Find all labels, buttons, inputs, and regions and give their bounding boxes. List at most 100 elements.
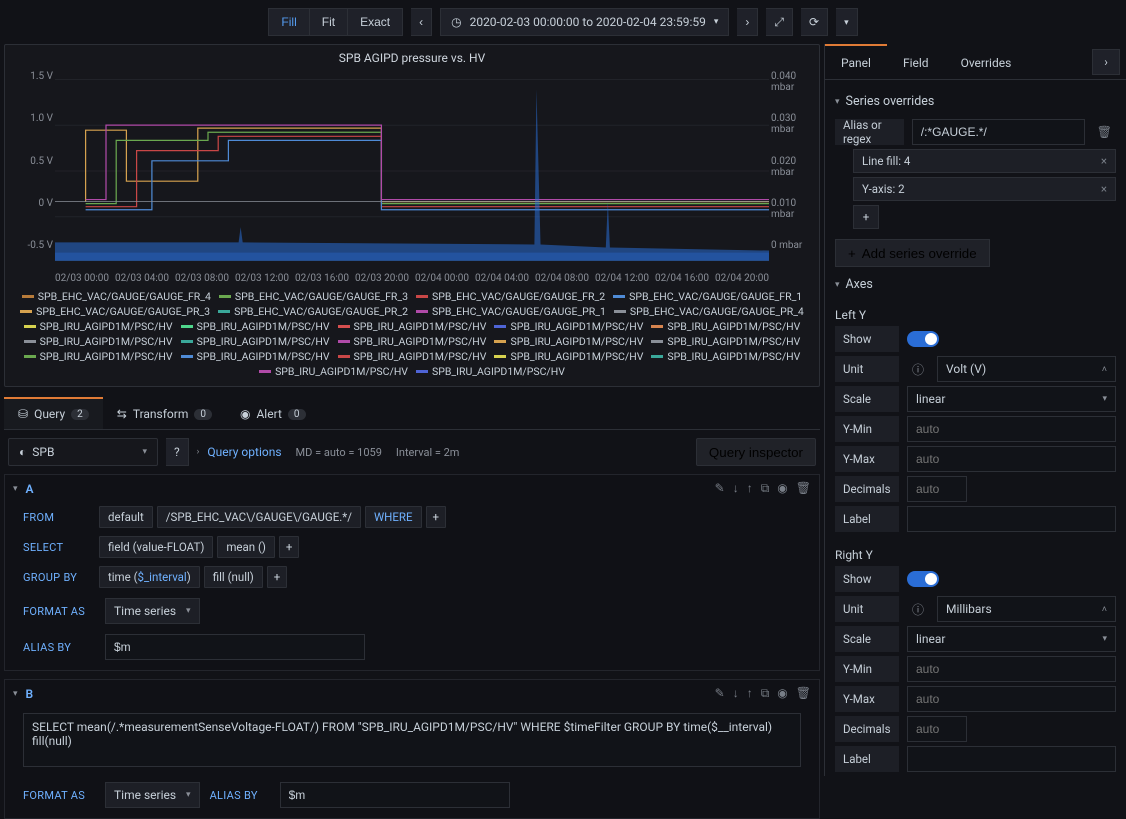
from-measurement-token[interactable]: /SPB_EHC_VAC\/GAUGE\/GAUGE.*/: [157, 506, 361, 528]
raw-query-textarea[interactable]: [23, 713, 801, 767]
query-a-header[interactable]: ▾ A ✎ ↓ ↑ ⧉ ◉ 🗑: [5, 475, 819, 502]
chevron-right-icon[interactable]: ›: [197, 447, 200, 457]
legend-item[interactable]: SPB_IRU_AGIPD1M/PSC/HV: [181, 320, 330, 333]
tab-transform[interactable]: ⇆ Transform 0: [103, 397, 226, 429]
right-decimals-input[interactable]: [907, 716, 967, 742]
where-token[interactable]: WHERE: [365, 506, 422, 528]
trash-icon[interactable]: 🗑: [796, 686, 811, 701]
legend-item[interactable]: SPB_EHC_VAC/GAUGE/GAUGE_FR_1: [613, 290, 802, 303]
left-show-toggle[interactable]: [907, 331, 939, 347]
alias-regex-input[interactable]: [912, 119, 1085, 145]
override-pill-linefill[interactable]: Line fill: 4×: [853, 149, 1116, 173]
side-tab-overrides[interactable]: Overrides: [945, 44, 1028, 79]
legend-item[interactable]: SPB_IRU_AGIPD1M/PSC/HV: [24, 320, 173, 333]
add-series-override-button[interactable]: + Add series override: [835, 239, 990, 267]
query-options-toggle[interactable]: Query options: [207, 445, 281, 459]
legend-item[interactable]: SPB_IRU_AGIPD1M/PSC/HV: [181, 335, 330, 348]
legend-item[interactable]: SPB_IRU_AGIPD1M/PSC/HV: [338, 350, 487, 363]
legend-item[interactable]: SPB_IRU_AGIPD1M/PSC/HV: [494, 335, 643, 348]
legend-item[interactable]: SPB_IRU_AGIPD1M/PSC/HV: [338, 335, 487, 348]
groupby-time-token[interactable]: time ($_interval): [99, 566, 200, 588]
legend-item[interactable]: SPB_IRU_AGIPD1M/PSC/HV: [338, 320, 487, 333]
legend-item[interactable]: SPB_EHC_VAC/GAUGE/GAUGE_PR_3: [20, 305, 210, 318]
close-icon[interactable]: ×: [1101, 154, 1107, 168]
legend-item[interactable]: SPB_IRU_AGIPD1M/PSC/HV: [651, 320, 800, 333]
datasource-select[interactable]: ◐ SPB ▾: [8, 438, 158, 466]
select-field-token[interactable]: field (value-FLOAT): [99, 536, 213, 558]
refresh-button[interactable]: ⟳: [801, 8, 828, 36]
left-scale-select[interactable]: linear▾: [907, 386, 1116, 412]
left-ymax-input[interactable]: [907, 446, 1116, 472]
right-ymax-input[interactable]: [907, 686, 1116, 712]
legend-item[interactable]: SPB_IRU_AGIPD1M/PSC/HV: [24, 335, 173, 348]
legend-item[interactable]: SPB_EHC_VAC/GAUGE/GAUGE_FR_3: [219, 290, 408, 303]
legend-item[interactable]: SPB_EHC_VAC/GAUGE/GAUGE_PR_4: [614, 305, 804, 318]
right-scale-select[interactable]: linear▾: [907, 626, 1116, 652]
legend-item[interactable]: SPB_IRU_AGIPD1M/PSC/HV: [181, 350, 330, 363]
select-add-button[interactable]: +: [279, 536, 300, 558]
legend-item[interactable]: SPB_IRU_AGIPD1M/PSC/HV: [24, 350, 173, 363]
query-inspector-button[interactable]: Query inspector: [696, 438, 816, 466]
legend-item[interactable]: SPB_IRU_AGIPD1M/PSC/HV: [494, 320, 643, 333]
refresh-menu-button[interactable]: ▾: [836, 8, 858, 36]
legend-item[interactable]: SPB_IRU_AGIPD1M/PSC/HV: [494, 350, 643, 363]
legend-item[interactable]: SPB_IRU_AGIPD1M/PSC/HV: [651, 335, 800, 348]
chart-area[interactable]: 1.5 V1.0 V0.5 V0 V-0.5 V: [5, 71, 819, 271]
section-series-overrides[interactable]: ▾Series overrides: [835, 84, 1116, 115]
left-ymin-input[interactable]: [907, 416, 1116, 442]
duplicate-icon[interactable]: ⧉: [761, 481, 770, 496]
eye-icon[interactable]: ◉: [777, 686, 787, 701]
where-add-button[interactable]: +: [426, 506, 447, 528]
left-unit-select[interactable]: Volt (V)˄: [937, 356, 1116, 382]
edit-icon[interactable]: ✎: [715, 481, 725, 496]
format-as-select[interactable]: Time series▾: [105, 598, 200, 624]
close-icon[interactable]: ×: [1101, 182, 1107, 196]
info-icon[interactable]: ⓘ: [907, 601, 929, 618]
left-label-input[interactable]: [907, 506, 1116, 532]
legend-item[interactable]: SPB_IRU_AGIPD1M/PSC/HV: [651, 350, 800, 363]
info-icon[interactable]: ⓘ: [907, 361, 929, 378]
right-unit-select[interactable]: Millibars˄: [937, 596, 1116, 622]
legend-item[interactable]: SPB_EHC_VAC/GAUGE/GAUGE_PR_2: [218, 305, 408, 318]
legend-item[interactable]: SPB_EHC_VAC/GAUGE/GAUGE_FR_4: [22, 290, 211, 303]
left-decimals-input[interactable]: [907, 476, 967, 502]
move-down-icon[interactable]: ↓: [733, 481, 739, 496]
select-agg-token[interactable]: mean (): [217, 536, 275, 558]
move-up-icon[interactable]: ↑: [747, 481, 753, 496]
zoom-out-button[interactable]: ⤢: [766, 8, 793, 36]
move-up-icon[interactable]: ↑: [747, 686, 753, 701]
override-pill-yaxis[interactable]: Y-axis: 2×: [853, 177, 1116, 201]
trash-icon[interactable]: 🗑: [796, 481, 811, 496]
legend-item[interactable]: SPB_IRU_AGIPD1M/PSC/HV: [416, 365, 565, 378]
tab-query[interactable]: ⛁ Query 2: [4, 397, 103, 429]
fit-fill-button[interactable]: Fill: [268, 8, 309, 36]
override-add-pill[interactable]: +: [853, 205, 879, 229]
groupby-add-button[interactable]: +: [267, 566, 288, 588]
from-default-token[interactable]: default: [99, 506, 153, 528]
edit-icon[interactable]: ✎: [715, 686, 725, 701]
groupby-fill-token[interactable]: fill (null): [204, 566, 263, 588]
right-label-input[interactable]: [907, 746, 1116, 772]
fit-exact-button[interactable]: Exact: [348, 8, 403, 36]
eye-icon[interactable]: ◉: [777, 481, 787, 496]
trash-icon[interactable]: 🗑: [1093, 125, 1116, 139]
tab-alert[interactable]: ◉ Alert 0: [226, 397, 320, 429]
query-b-header[interactable]: ▾ B ✎ ↓ ↑ ⧉ ◉ 🗑: [5, 680, 819, 707]
format-as-select-b[interactable]: Time series▾: [105, 782, 200, 808]
legend-item[interactable]: SPB_EHC_VAC/GAUGE/GAUGE_FR_2: [416, 290, 605, 303]
right-show-toggle[interactable]: [907, 571, 939, 587]
legend-item[interactable]: SPB_EHC_VAC/GAUGE/GAUGE_PR_1: [416, 305, 606, 318]
ds-help-button[interactable]: ?: [166, 438, 189, 466]
duplicate-icon[interactable]: ⧉: [761, 686, 770, 701]
side-tab-panel[interactable]: Panel: [825, 44, 887, 79]
section-axes[interactable]: ▾Axes: [835, 267, 1116, 298]
side-tab-field[interactable]: Field: [887, 44, 945, 79]
move-down-icon[interactable]: ↓: [733, 686, 739, 701]
fit-fit-button[interactable]: Fit: [310, 8, 348, 36]
time-forward-button[interactable]: ›: [737, 8, 758, 36]
alias-by-input[interactable]: [105, 634, 365, 660]
collapse-sidebar-button[interactable]: ›: [1092, 49, 1120, 75]
time-back-button[interactable]: ‹: [411, 8, 432, 36]
alias-by-input-b[interactable]: [280, 782, 510, 808]
right-ymin-input[interactable]: [907, 656, 1116, 682]
